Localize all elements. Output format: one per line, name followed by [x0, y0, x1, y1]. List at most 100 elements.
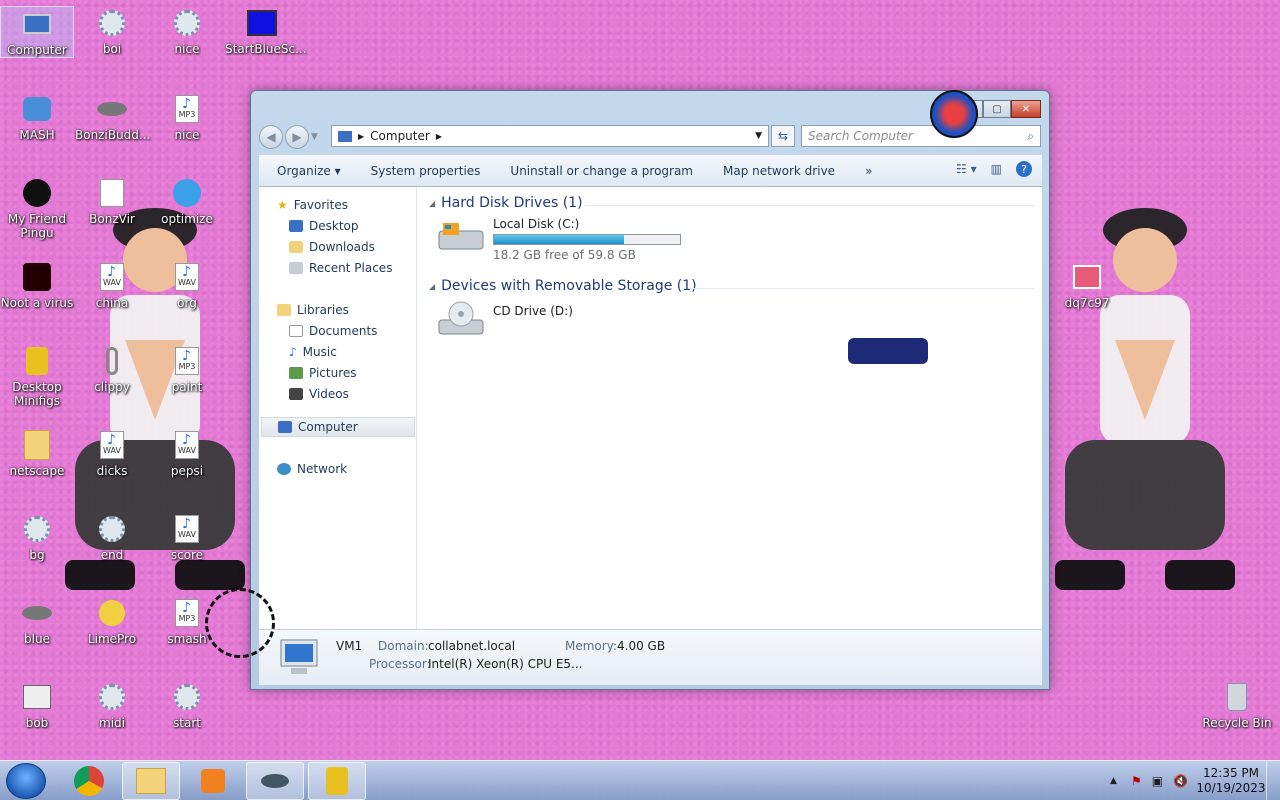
nav-network[interactable]: Network: [277, 459, 347, 479]
flying-ship-icon[interactable]: [848, 338, 928, 364]
floating-toy-icon[interactable]: [930, 90, 978, 138]
desktop-icon-blue[interactable]: blue: [0, 596, 74, 646]
help-icon[interactable]: ?: [1016, 161, 1032, 177]
nav-downloads[interactable]: Downloads: [289, 237, 375, 257]
desktop-icon-midi[interactable]: midi: [75, 680, 149, 730]
settings-file-icon: [19, 512, 55, 546]
desktop-icon-clippy[interactable]: clippy: [75, 344, 149, 394]
desktop-icon-mash[interactable]: MASH: [0, 92, 74, 142]
hard-drive-icon: [438, 223, 484, 250]
nav-pictures[interactable]: Pictures: [289, 363, 357, 383]
desktop-icon-startbluesc[interactable]: StartBlueSc...: [225, 6, 307, 56]
uninstall-program-button[interactable]: Uninstall or change a program: [510, 164, 693, 178]
taskbar: ▲ ⚑ ▣ 🔇 12:35 PM 10/19/2023: [0, 760, 1280, 800]
desktop-icon-score[interactable]: WAV score: [150, 512, 224, 562]
window-app-icon: [19, 680, 55, 714]
taskbar-media-player[interactable]: [184, 762, 242, 800]
address-dropdown-icon[interactable]: ▼: [755, 131, 762, 141]
desktop-icon-china[interactable]: WAV china: [75, 260, 149, 310]
more-commands-button[interactable]: »: [865, 164, 872, 178]
group-divider: [585, 205, 1034, 206]
desktop-icon-nice-mp3[interactable]: MP3 nice: [150, 92, 224, 142]
desktop-icon-org[interactable]: WAV org: [150, 260, 224, 310]
desktop-icon-pingu[interactable]: My Friend Pingu: [0, 176, 74, 240]
desktop-icon-limepro[interactable]: LimePro: [75, 596, 149, 646]
desktop-icon-bonzvir[interactable]: BonzVir: [75, 176, 149, 226]
breadcrumb-arrow-icon[interactable]: ▶: [358, 132, 364, 141]
paperclip-icon: [94, 344, 130, 378]
desktop-icon-bonzibuddy[interactable]: BonziBudd...: [75, 92, 150, 142]
desktop-icon-optimize[interactable]: optimize: [150, 176, 224, 226]
show-hidden-icons-icon[interactable]: ▲: [1110, 776, 1117, 786]
nav-desktop[interactable]: Desktop: [289, 216, 359, 236]
nav-recent-places[interactable]: Recent Places: [289, 258, 392, 278]
desktop-icon-pepsi[interactable]: WAV pepsi: [150, 428, 224, 478]
start-button[interactable]: [6, 763, 46, 799]
action-center-flag-icon[interactable]: ⚑: [1131, 774, 1142, 788]
desktop-icon-desktop-minifigs[interactable]: Desktop Minifigs: [0, 344, 74, 408]
map-network-drive-button[interactable]: Map network drive: [723, 164, 835, 178]
taskbar-explorer[interactable]: [122, 762, 180, 800]
refresh-button[interactable]: ⇆: [771, 125, 795, 147]
media-player-icon: [201, 769, 225, 793]
network-status-icon[interactable]: ▣: [1152, 774, 1163, 788]
audio-file-icon: WAV: [94, 260, 130, 294]
desktop-icon-noot-a-virus[interactable]: Noot a virus: [0, 260, 74, 310]
drive-c-usage-bar: [493, 234, 681, 245]
taskbar-bonzi[interactable]: [246, 762, 304, 800]
command-bar: Organize ▾ System properties Uninstall o…: [259, 155, 1042, 187]
breadcrumb-arrow-icon[interactable]: ▶: [436, 132, 442, 141]
settings-file-icon: [94, 512, 130, 546]
back-button[interactable]: ◀: [259, 125, 283, 149]
ufo-icon: [261, 774, 289, 788]
volume-muted-icon[interactable]: 🔇: [1173, 774, 1188, 788]
taskbar-minifigs[interactable]: [308, 762, 366, 800]
nav-computer[interactable]: Computer: [261, 417, 415, 437]
recent-pages-chevron-icon[interactable]: ▼: [311, 132, 318, 142]
processor-value: Intel(R) Xeon(R) CPU E5...: [428, 657, 583, 671]
nav-music[interactable]: ♪ Music: [289, 342, 337, 362]
explorer-window[interactable]: ▁ ▢ ✕ ◀ ▶ ▼ ▶ Computer ▶ ▼ ⇆ Search Comp…: [250, 90, 1050, 690]
taskbar-chrome[interactable]: [60, 762, 118, 800]
breadcrumb-computer[interactable]: Computer: [370, 129, 430, 143]
preview-pane-icon[interactable]: ▥: [991, 162, 1002, 176]
organize-menu-button[interactable]: Organize ▾: [277, 164, 341, 178]
domain-label: Domain:: [378, 639, 429, 653]
close-button[interactable]: ✕: [1011, 100, 1041, 118]
ufo-icon: [94, 92, 130, 126]
system-properties-button[interactable]: System properties: [371, 164, 481, 178]
forward-button[interactable]: ▶: [285, 125, 309, 149]
view-options-icon[interactable]: ☷ ▾: [956, 162, 977, 176]
drive-c[interactable]: Local Disk (C:) 18.2 GB free of 59.8 GB: [437, 217, 681, 262]
desktop-icon-boi[interactable]: boi: [75, 6, 149, 56]
group-header-removable[interactable]: ◢ Devices with Removable Storage (1): [429, 278, 697, 294]
desktop-icon-end[interactable]: end: [75, 512, 149, 562]
drive-d[interactable]: CD Drive (D:): [437, 300, 573, 340]
clock[interactable]: 12:35 PM 10/19/2023: [1196, 766, 1266, 796]
desktop-icon-netscape[interactable]: netscape: [0, 428, 74, 478]
address-bar[interactable]: ▶ Computer ▶ ▼: [331, 125, 769, 147]
desktop-icon-start[interactable]: start: [150, 680, 224, 730]
desktop-icon-bob[interactable]: bob: [0, 680, 74, 730]
desktop-icon-paint[interactable]: MP3 paint: [150, 344, 224, 394]
computer-large-icon: [280, 639, 318, 674]
show-desktop-button[interactable]: [1266, 761, 1280, 800]
nav-libraries[interactable]: Libraries: [277, 300, 349, 320]
desktop-icon-dq7c97[interactable]: dq7c97: [1050, 260, 1124, 310]
audio-file-icon: MP3: [169, 344, 205, 378]
desktop-icon-bg[interactable]: bg: [0, 512, 74, 562]
search-input[interactable]: Search Computer ⌕: [801, 125, 1041, 147]
scribble-creature-icon[interactable]: [205, 588, 275, 658]
desktop-icon-computer[interactable]: Computer: [0, 6, 74, 58]
memory-value: 4.00 GB: [617, 639, 666, 653]
desktop-icon-nice[interactable]: nice: [150, 6, 224, 56]
nav-videos[interactable]: Videos: [289, 384, 349, 404]
computer-icon: [278, 421, 292, 433]
desktop-icon-dicks[interactable]: WAV dicks: [75, 428, 149, 478]
network-icon: [277, 463, 291, 475]
group-header-hdd[interactable]: ◢ Hard Disk Drives (1): [429, 195, 583, 211]
desktop-icon-recycle-bin[interactable]: Recycle Bin: [1200, 680, 1274, 730]
nav-favorites[interactable]: ★ Favorites: [277, 195, 348, 215]
maximize-button[interactable]: ▢: [983, 100, 1011, 118]
nav-documents[interactable]: Documents: [289, 321, 377, 341]
